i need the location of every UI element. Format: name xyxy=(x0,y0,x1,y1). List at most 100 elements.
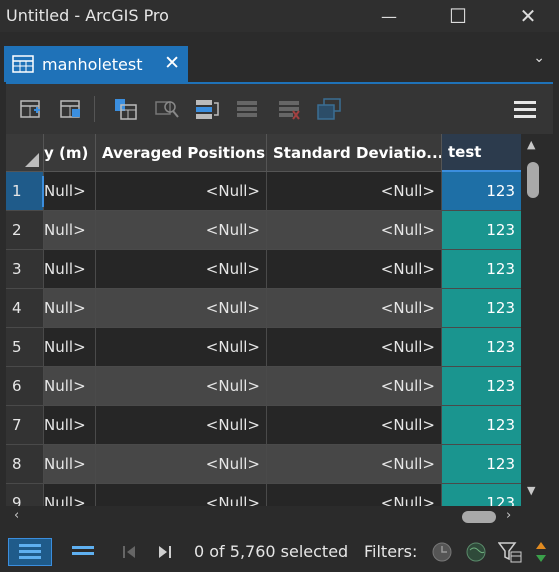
filter-table-icon xyxy=(498,542,522,563)
switch-selection-button[interactable] xyxy=(194,96,220,122)
cell-test[interactable]: 123 xyxy=(442,328,522,367)
extent-filter-button[interactable] xyxy=(462,538,490,566)
delete-selection-button[interactable] xyxy=(276,96,302,122)
scroll-up-icon[interactable]: ▲ xyxy=(527,138,535,151)
column-header-y[interactable]: y (m) xyxy=(44,134,96,172)
table-row[interactable]: 1 Null> <Null> <Null> 123 xyxy=(6,172,546,211)
table-row[interactable]: 2 Null> <Null> <Null> 123 xyxy=(6,211,546,250)
column-header-test[interactable]: test xyxy=(442,134,522,172)
table-row[interactable]: 3 Null> <Null> <Null> 123 xyxy=(6,250,546,289)
cell-y[interactable]: Null> xyxy=(44,172,96,211)
close-window-button[interactable]: ✕ xyxy=(505,0,551,32)
cell-y[interactable]: Null> xyxy=(44,328,96,367)
cell-averaged-positions[interactable]: <Null> xyxy=(96,367,267,406)
show-selected-records-button[interactable] xyxy=(66,538,100,566)
sort-button[interactable] xyxy=(530,538,552,566)
cell-test[interactable]: 123 xyxy=(442,445,522,484)
table-row[interactable]: 4 Null> <Null> <Null> 123 xyxy=(6,289,546,328)
cell-averaged-positions[interactable]: <Null> xyxy=(96,406,267,445)
select-by-attributes-button[interactable] xyxy=(112,96,138,122)
globe-icon xyxy=(466,542,486,562)
first-record-button[interactable] xyxy=(118,538,140,566)
cell-y[interactable]: Null> xyxy=(44,484,96,506)
table-row[interactable]: 7 Null> <Null> <Null> 123 xyxy=(6,406,546,445)
tab-manholetest[interactable]: manholetest ✕ xyxy=(4,46,188,82)
last-record-button[interactable] xyxy=(154,538,176,566)
cell-standard-deviation[interactable]: <Null> xyxy=(267,406,442,445)
cell-test[interactable]: 123 xyxy=(442,367,522,406)
definition-query-filter-button[interactable] xyxy=(496,538,524,566)
clear-selection-button[interactable] xyxy=(234,96,260,122)
cell-test[interactable]: 123 xyxy=(442,289,522,328)
vertical-scroll-thumb[interactable] xyxy=(527,162,539,198)
first-record-icon xyxy=(123,546,135,558)
row-number[interactable]: 8 xyxy=(6,445,44,484)
minimize-button[interactable]: — xyxy=(366,0,412,32)
time-filter-button[interactable] xyxy=(428,538,456,566)
row-number[interactable]: 9 xyxy=(6,484,44,506)
cell-y[interactable]: Null> xyxy=(44,289,96,328)
table-row[interactable]: 8 Null> <Null> <Null> 123 xyxy=(6,445,546,484)
select-all-corner[interactable] xyxy=(6,134,44,172)
row-number[interactable]: 2 xyxy=(6,211,44,250)
add-field-button[interactable] xyxy=(18,96,44,122)
table-row[interactable]: 5 Null> <Null> <Null> 123 xyxy=(6,328,546,367)
cell-standard-deviation[interactable]: <Null> xyxy=(267,367,442,406)
calculate-field-button[interactable] xyxy=(58,96,84,122)
maximize-button[interactable]: ☐ xyxy=(435,0,481,32)
show-all-records-button[interactable] xyxy=(8,538,52,566)
table-row[interactable]: 9 Null> <Null> <Null> 123 xyxy=(6,484,546,506)
row-number[interactable]: 5 xyxy=(6,328,44,367)
cell-test[interactable]: 123 xyxy=(442,211,522,250)
cell-averaged-positions[interactable]: <Null> xyxy=(96,172,267,211)
row-number[interactable]: 3 xyxy=(6,250,44,289)
cell-averaged-positions[interactable]: <Null> xyxy=(96,328,267,367)
zoom-to-selection-icon xyxy=(155,101,179,118)
copy-selection-button[interactable] xyxy=(316,96,342,122)
cell-y[interactable]: Null> xyxy=(44,367,96,406)
table-row[interactable]: 6 Null> <Null> <Null> 123 xyxy=(6,367,546,406)
scroll-down-icon[interactable]: ▼ xyxy=(527,484,535,497)
horizontal-scrollbar[interactable]: ‹ › xyxy=(6,506,546,528)
tab-close-icon[interactable]: ✕ xyxy=(164,52,180,74)
cell-test[interactable]: 123 xyxy=(442,484,522,506)
cell-standard-deviation[interactable]: <Null> xyxy=(267,328,442,367)
calculate-field-icon xyxy=(60,100,80,118)
cell-averaged-positions[interactable]: <Null> xyxy=(96,484,267,506)
row-number[interactable]: 1 xyxy=(6,172,44,211)
cell-test[interactable]: 123 xyxy=(442,406,522,445)
title-bar: Untitled - ArcGIS Pro — ☐ ✕ xyxy=(0,0,559,32)
selection-count: 0 of 5,760 selected xyxy=(194,542,349,561)
cell-standard-deviation[interactable]: <Null> xyxy=(267,250,442,289)
column-header-standard-deviation[interactable]: Standard Deviatio... xyxy=(267,134,442,172)
cell-y[interactable]: Null> xyxy=(44,445,96,484)
cell-averaged-positions[interactable]: <Null> xyxy=(96,250,267,289)
cell-standard-deviation[interactable]: <Null> xyxy=(267,289,442,328)
cell-y[interactable]: Null> xyxy=(44,211,96,250)
column-header-averaged-positions[interactable]: Averaged Positions xyxy=(96,134,267,172)
zoom-to-selection-button[interactable] xyxy=(154,96,180,122)
toolbar-separator xyxy=(94,96,95,122)
vertical-scrollbar[interactable]: ▲ ▼ xyxy=(521,134,546,506)
cell-standard-deviation[interactable]: <Null> xyxy=(267,484,442,506)
horizontal-scroll-thumb[interactable] xyxy=(462,511,496,523)
cell-test[interactable]: 123 xyxy=(442,172,522,211)
cell-averaged-positions[interactable]: <Null> xyxy=(96,211,267,250)
scroll-left-icon[interactable]: ‹ xyxy=(14,508,19,523)
cell-standard-deviation[interactable]: <Null> xyxy=(267,172,442,211)
cell-standard-deviation[interactable]: <Null> xyxy=(267,445,442,484)
cell-averaged-positions[interactable]: <Null> xyxy=(96,445,267,484)
scroll-right-icon[interactable]: › xyxy=(506,508,511,523)
row-number[interactable]: 6 xyxy=(6,367,44,406)
cell-y[interactable]: Null> xyxy=(44,406,96,445)
select-by-attributes-icon xyxy=(115,99,137,120)
cell-averaged-positions[interactable]: <Null> xyxy=(96,289,267,328)
tab-overflow-icon[interactable]: ⌄ xyxy=(533,50,545,66)
row-number[interactable]: 4 xyxy=(6,289,44,328)
cell-test[interactable]: 123 xyxy=(442,250,522,289)
table-menu-button[interactable] xyxy=(512,96,538,122)
table-icon xyxy=(12,55,34,73)
cell-standard-deviation[interactable]: <Null> xyxy=(267,211,442,250)
cell-y[interactable]: Null> xyxy=(44,250,96,289)
row-number[interactable]: 7 xyxy=(6,406,44,445)
